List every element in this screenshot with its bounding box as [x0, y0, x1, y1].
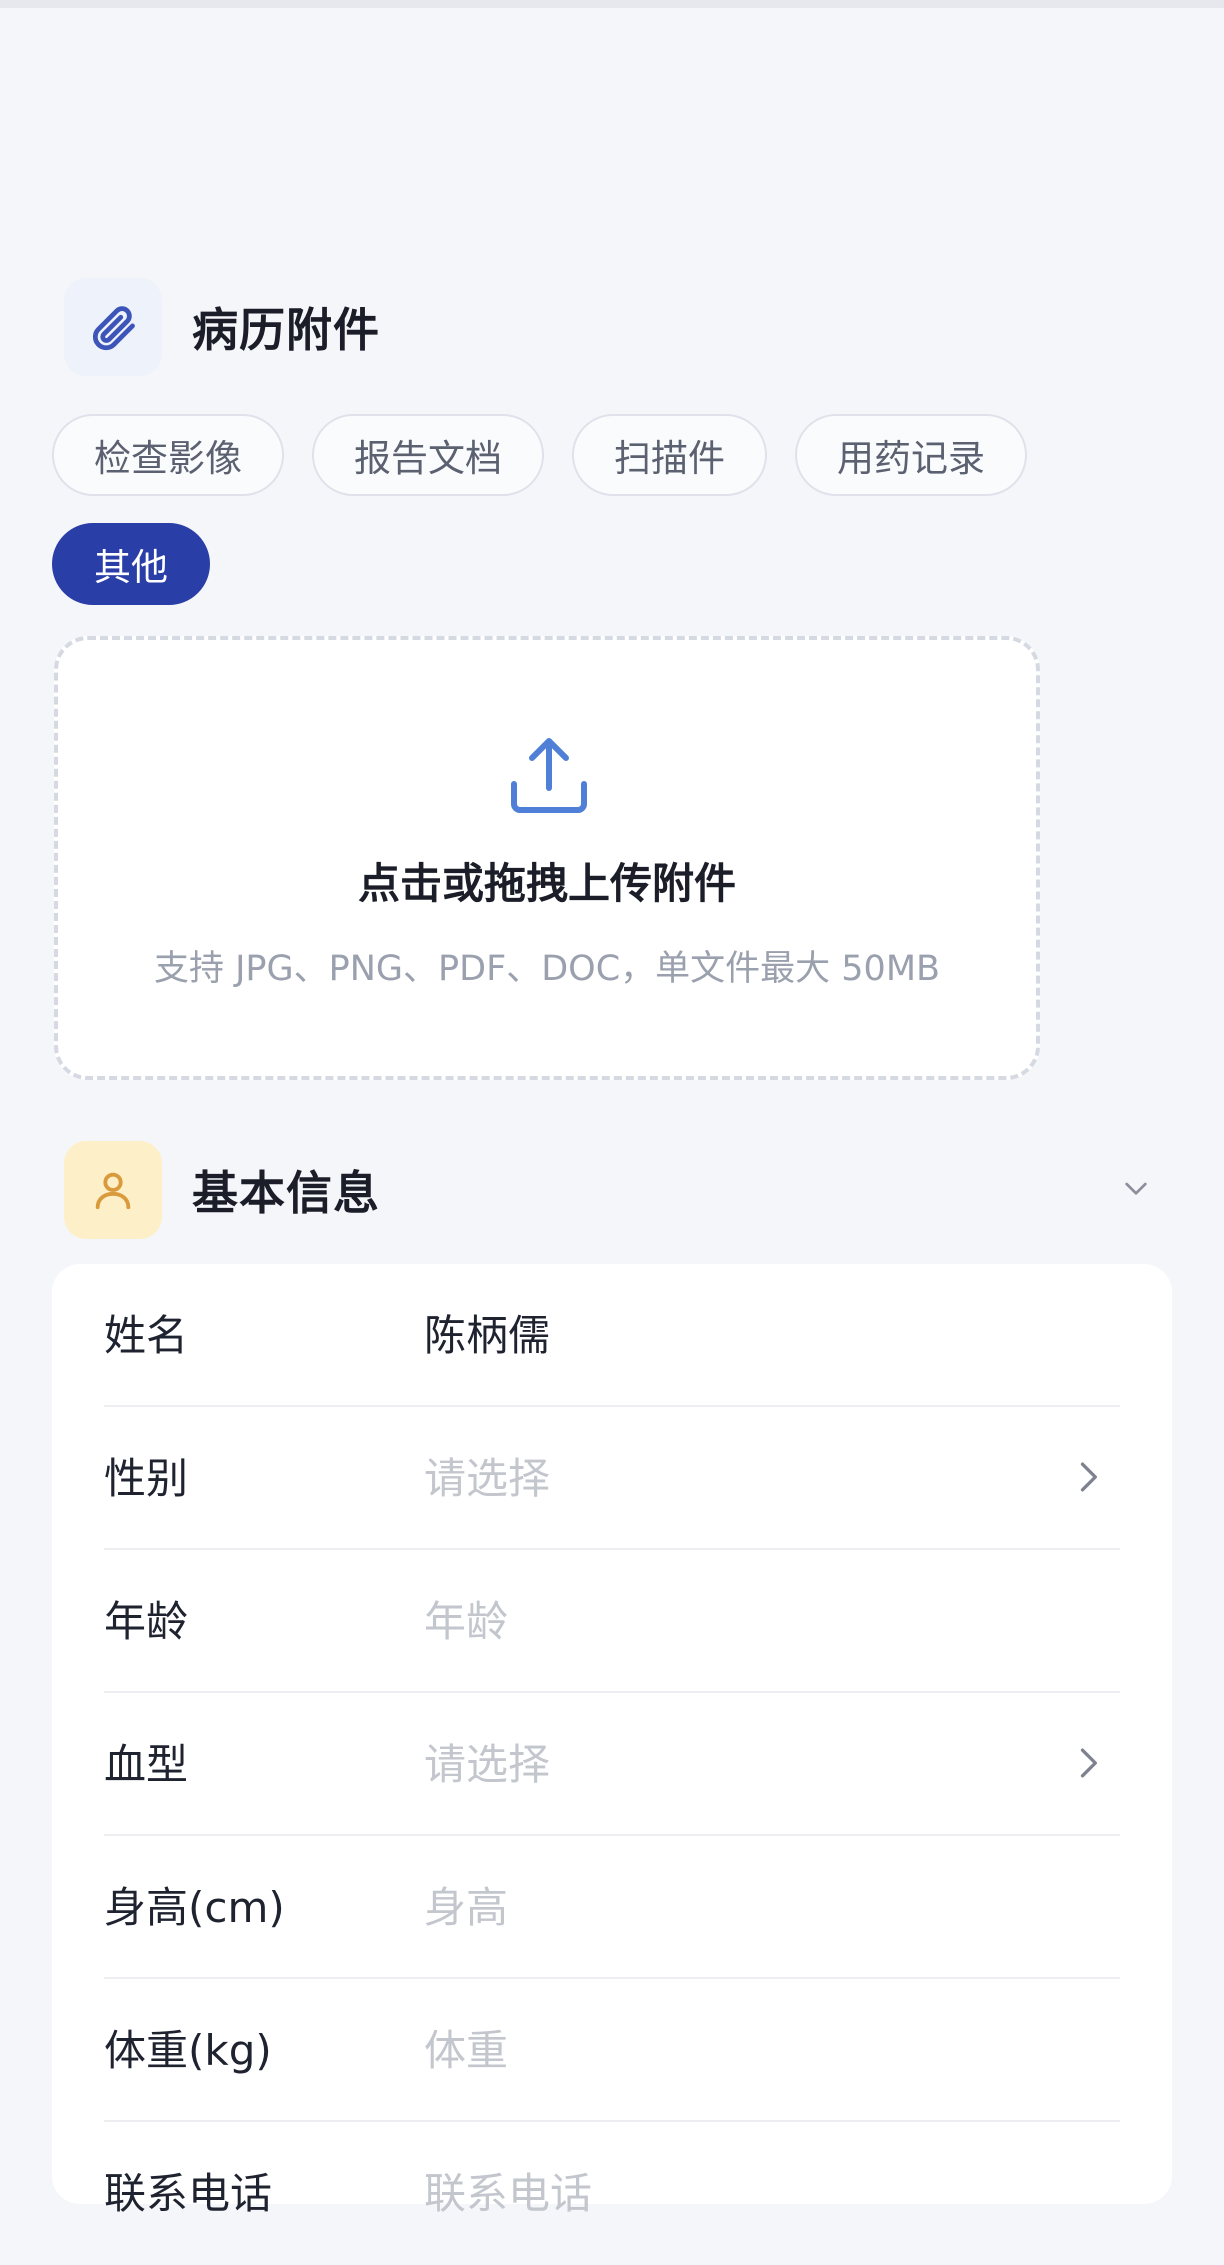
chip-medication-records[interactable]: 用药记录 [795, 414, 1027, 496]
chevron-down-icon[interactable] [1120, 1172, 1152, 1208]
paperclip-icon [64, 278, 162, 376]
field-row-height[interactable]: 身高(cm) 身高 [104, 1836, 1120, 1979]
chevron-right-icon [1066, 1455, 1110, 1503]
basic-info-form: 姓名 陈柄儒 性别 请选择 年龄 年龄 血型 请选择 身高(cm) 身高 体重(… [52, 1264, 1172, 2218]
field-row-gender[interactable]: 性别 请选择 [104, 1407, 1120, 1550]
attachments-header: 病历附件 [64, 278, 380, 376]
field-label-gender: 性别 [104, 1454, 189, 1503]
gender-select[interactable]: 请选择 [424, 1407, 550, 1550]
basic-info-header[interactable]: 基本信息 [64, 1141, 380, 1239]
blood-type-select[interactable]: 请选择 [424, 1693, 550, 1836]
field-label-weight: 体重(kg) [104, 2026, 272, 2075]
chip-report-docs[interactable]: 报告文档 [312, 414, 544, 496]
upload-dropzone[interactable]: 点击或拖拽上传附件 支持 JPG、PNG、PDF、DOC，单文件最大 50MB [54, 636, 1040, 1080]
chip-other[interactable]: 其他 [52, 523, 210, 605]
user-icon [64, 1141, 162, 1239]
attachment-category-chips: 检查影像 报告文档 扫描件 用药记录 其他 [52, 414, 1092, 605]
field-label-blood-type: 血型 [104, 1740, 189, 1789]
weight-input[interactable]: 体重 [424, 1979, 508, 2122]
field-label-name: 姓名 [104, 1311, 189, 1360]
upload-icon [510, 736, 588, 820]
field-label-age: 年龄 [104, 1597, 189, 1646]
top-edge [0, 0, 1224, 8]
phone-input[interactable]: 联系电话 [424, 2122, 592, 2265]
name-input[interactable]: 陈柄儒 [424, 1264, 550, 1407]
upload-title: 点击或拖拽上传附件 [357, 859, 736, 908]
age-input[interactable]: 年龄 [424, 1550, 508, 1693]
field-row-name[interactable]: 姓名 陈柄儒 [104, 1264, 1120, 1407]
chevron-right-icon [1066, 1741, 1110, 1789]
field-row-phone[interactable]: 联系电话 联系电话 [104, 2122, 1120, 2265]
chip-scans[interactable]: 扫描件 [572, 414, 767, 496]
field-label-phone: 联系电话 [104, 2169, 273, 2218]
field-row-weight[interactable]: 体重(kg) 体重 [104, 1979, 1120, 2122]
height-input[interactable]: 身高 [424, 1836, 508, 1979]
field-row-blood-type[interactable]: 血型 请选择 [104, 1693, 1120, 1836]
upload-hint: 支持 JPG、PNG、PDF、DOC，单文件最大 50MB [153, 949, 941, 989]
basic-info-title: 基本信息 [192, 1166, 380, 1220]
attachments-title: 病历附件 [192, 303, 380, 357]
chip-exam-images[interactable]: 检查影像 [52, 414, 284, 496]
field-row-age[interactable]: 年龄 年龄 [104, 1550, 1120, 1693]
field-label-height: 身高(cm) [104, 1883, 285, 1932]
